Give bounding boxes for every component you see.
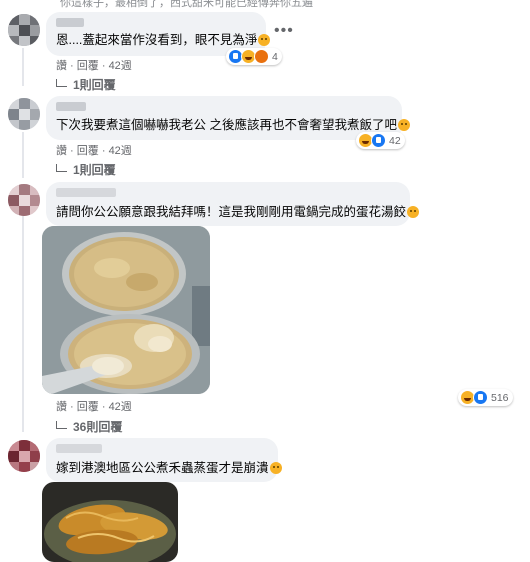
like-reaction-icon	[473, 390, 488, 405]
like-button[interactable]: 讚	[56, 60, 67, 72]
reply-arrow-icon	[56, 164, 67, 172]
commenter-name[interactable]	[56, 18, 84, 27]
commenter-name[interactable]	[56, 444, 102, 453]
view-replies-link[interactable]: 1則回覆	[56, 161, 116, 178]
like-button[interactable]: 讚	[56, 145, 67, 157]
comment-text: 恩....蓋起來當作沒看到，眼不見為淨	[56, 32, 271, 48]
view-replies-link[interactable]: 1則回覆	[56, 76, 116, 93]
more-options-icon[interactable]: •••	[274, 22, 294, 40]
angry-reaction-icon	[254, 49, 269, 64]
truncated-comment-text: 你這樣子，最相倒了，西式甜米可能已經傳奔你五遍	[60, 0, 313, 9]
comment-actions: 讚 · 回覆 · 42週	[56, 145, 132, 157]
reaction-count: 516	[491, 391, 509, 404]
comment-bubble: 請問你公公願意跟我結拜嗎！這是我剛剛用電鍋完成的蛋花湯餃	[46, 182, 420, 226]
commenter-name[interactable]	[56, 188, 116, 197]
avatar[interactable]	[8, 14, 40, 46]
comment-bubble: 嫁到港澳地區公公煮禾蟲蒸蛋才是崩潰	[46, 438, 282, 482]
comment-text: 嫁到港澳地區公公煮禾蟲蒸蛋才是崩潰	[56, 460, 282, 476]
comment-timestamp[interactable]: 42週	[109, 60, 132, 72]
reaction-count: 4	[272, 50, 278, 63]
grin-emoji-icon	[269, 462, 282, 474]
reaction-summary[interactable]: 42	[356, 132, 405, 149]
comment-timestamp[interactable]: 42週	[109, 401, 132, 413]
comment-photo[interactable]	[42, 482, 178, 562]
reply-arrow-icon	[56, 79, 67, 87]
thread-line	[22, 48, 24, 86]
comment-timestamp[interactable]: 42週	[109, 145, 132, 157]
like-reaction-icon	[371, 133, 386, 148]
view-replies-link[interactable]: 36則回覆	[56, 418, 122, 435]
reaction-count: 42	[389, 134, 401, 147]
avatar[interactable]	[8, 440, 40, 472]
comment-text: 請問你公公願意跟我結拜嗎！這是我剛剛用電鍋完成的蛋花湯餃	[56, 204, 420, 220]
reaction-summary[interactable]: 516	[458, 389, 513, 406]
grin-emoji-icon	[407, 206, 420, 218]
reaction-summary[interactable]: 4	[226, 48, 282, 65]
smirk-emoji-icon	[397, 119, 410, 131]
thread-line	[22, 132, 24, 178]
like-button[interactable]: 讚	[56, 401, 67, 413]
comment-photo[interactable]	[42, 226, 210, 394]
reply-button[interactable]: 回覆	[77, 401, 99, 413]
avatar[interactable]	[8, 98, 40, 130]
comment-bubble: 下次我要煮這個嚇嚇我老公 之後應該再也不會奢望我煮飯了吧	[46, 96, 410, 140]
reply-arrow-icon	[56, 421, 67, 429]
commenter-name[interactable]	[56, 102, 86, 111]
reply-button[interactable]: 回覆	[77, 60, 99, 72]
comment-text: 下次我要煮這個嚇嚇我老公 之後應該再也不會奢望我煮飯了吧	[56, 117, 410, 133]
comment-actions: 讚 · 回覆 · 42週	[56, 401, 132, 413]
thread-line	[22, 214, 24, 432]
avatar[interactable]	[8, 184, 40, 216]
comment-actions: 讚 · 回覆 · 42週	[56, 60, 132, 72]
reply-button[interactable]: 回覆	[77, 145, 99, 157]
grin-emoji-icon	[258, 34, 271, 46]
